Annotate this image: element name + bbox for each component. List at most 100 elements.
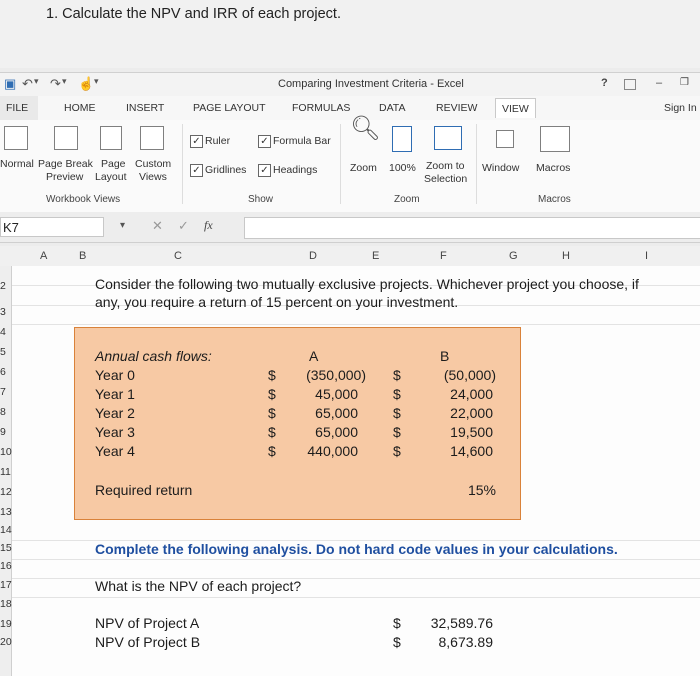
row-header[interactable]: 17	[0, 579, 12, 591]
year-label: Year 2	[95, 405, 135, 421]
window-button[interactable]: Window	[482, 162, 519, 175]
zoom-to-selection-icon[interactable]	[434, 126, 462, 150]
row-header[interactable]: 6	[0, 366, 6, 378]
row-header[interactable]: 19	[0, 618, 12, 630]
row-header[interactable]: 8	[0, 406, 6, 418]
cash-flow-b: 24,000	[450, 386, 493, 402]
zoom-selection-label-1[interactable]: Zoom to	[426, 160, 465, 173]
cancel-icon[interactable]: ✕	[152, 218, 163, 234]
column-header-e[interactable]: E	[372, 250, 379, 262]
redo-icon[interactable]: ↷	[50, 76, 61, 92]
npv-b-label: NPV of Project B	[95, 634, 201, 650]
column-header-a[interactable]: A	[40, 250, 47, 262]
formula-input[interactable]	[244, 217, 700, 239]
row-header[interactable]: 10	[0, 446, 12, 458]
zoom-100-icon[interactable]	[392, 126, 412, 152]
help-button[interactable]: ?	[601, 77, 608, 89]
window-title: Comparing Investment Criteria - Excel	[278, 78, 464, 90]
zoom-100-button[interactable]: 100%	[389, 162, 416, 175]
custom-views-label-1[interactable]: Custom	[135, 158, 171, 171]
cash-flow-a: 440,000	[307, 443, 358, 459]
formula-bar-label: Formula Bar	[273, 135, 331, 147]
name-box[interactable]: K7	[0, 217, 104, 237]
zoom-button[interactable]: Zoom	[350, 162, 377, 175]
ribbon-divider	[340, 124, 341, 204]
cash-flow-a: 65,000	[315, 424, 358, 440]
custom-views-label-2[interactable]: Views	[139, 171, 167, 184]
page-layout-label-2[interactable]: Layout	[95, 171, 127, 184]
title-bar: ▣ ↶ ▾ ↷ ▾ ☝ ▾ Comparing Investment Crite…	[0, 72, 700, 97]
required-return-value: 15%	[467, 482, 496, 498]
page-layout-icon[interactable]	[100, 126, 122, 150]
insert-function-button[interactable]: fx	[204, 218, 213, 233]
enter-icon[interactable]: ✓	[178, 218, 189, 234]
row-header[interactable]: 3	[0, 306, 6, 318]
row-header[interactable]: 11	[0, 466, 11, 478]
gridlines-label: Gridlines	[205, 164, 247, 176]
page-break-preview-label-1[interactable]: Page Break	[38, 158, 93, 171]
tab-home[interactable]: HOME	[64, 102, 96, 114]
column-header-c[interactable]: C	[174, 250, 182, 262]
project-b-header: B	[440, 348, 450, 364]
headings-checkbox[interactable]: ✓	[258, 164, 271, 177]
row-header[interactable]: 2	[0, 280, 6, 292]
row-header[interactable]: 15	[0, 542, 12, 554]
column-header-h[interactable]: H	[562, 250, 570, 262]
redo-dropdown-icon[interactable]: ▾	[62, 76, 67, 87]
ruler-checkbox[interactable]: ✓	[190, 135, 203, 148]
row-header[interactable]: 13	[0, 506, 12, 518]
tab-file[interactable]: FILE	[0, 96, 38, 120]
zoom-icon[interactable]: 🔍︎	[350, 117, 380, 141]
tab-review[interactable]: REVIEW	[436, 102, 477, 114]
tab-formulas[interactable]: FORMULAS	[292, 102, 350, 114]
gridlines-checkbox[interactable]: ✓	[190, 164, 203, 177]
currency-symbol: $	[393, 443, 401, 459]
restore-icon[interactable]: ❐	[680, 77, 689, 88]
year-label: Year 4	[95, 443, 135, 459]
row-header[interactable]: 9	[0, 426, 6, 438]
page-break-preview-label-2[interactable]: Preview	[46, 171, 83, 184]
save-icon[interactable]: ▣	[4, 76, 16, 92]
name-box-dropdown-icon[interactable]: ▾	[120, 220, 125, 231]
column-header-f[interactable]: F	[440, 250, 447, 262]
zoom-selection-label-2[interactable]: Selection	[424, 173, 467, 186]
normal-view-icon[interactable]	[4, 126, 28, 150]
npv-a-value[interactable]: 32,589.76	[410, 615, 493, 631]
column-header-b[interactable]: B	[79, 250, 86, 262]
row-header[interactable]: 18	[0, 598, 12, 610]
column-header-g[interactable]: G	[509, 250, 518, 262]
undo-icon[interactable]: ↶	[22, 76, 33, 92]
row-header[interactable]: 5	[0, 346, 6, 358]
page-layout-label-1[interactable]: Page	[101, 158, 126, 171]
macros-icon[interactable]	[540, 126, 570, 152]
ribbon-options-icon[interactable]	[624, 79, 636, 90]
tab-data[interactable]: DATA	[379, 102, 405, 114]
row-header[interactable]: 7	[0, 386, 6, 398]
touch-mode-icon[interactable]: ☝	[78, 76, 94, 92]
column-header-d[interactable]: D	[309, 250, 317, 262]
row-header[interactable]: 4	[0, 326, 6, 338]
row-header[interactable]: 16	[0, 560, 12, 572]
row-header[interactable]: 12	[0, 486, 12, 498]
row-headers: 2 3 4 5 6 7 8 9 10 11 12 13 14 15 16 17 …	[0, 266, 12, 676]
undo-dropdown-icon[interactable]: ▾	[34, 76, 39, 87]
window-icon[interactable]	[496, 130, 514, 148]
row-header[interactable]: 14	[0, 524, 12, 536]
sign-in-link[interactable]: Sign In	[664, 102, 697, 114]
normal-button[interactable]: Normal	[0, 158, 34, 171]
tab-view[interactable]: VIEW	[495, 98, 536, 118]
cash-flow-b: 19,500	[450, 424, 493, 440]
column-header-i[interactable]: I	[645, 250, 648, 262]
npv-b-value[interactable]: 8,673.89	[410, 634, 494, 650]
minimize-button[interactable]: –	[656, 77, 662, 89]
custom-views-icon[interactable]	[140, 126, 164, 150]
customize-qat-icon[interactable]: ▾	[94, 76, 99, 87]
tab-page-layout[interactable]: PAGE LAYOUT	[193, 102, 266, 114]
tab-insert[interactable]: INSERT	[126, 102, 164, 114]
page-break-preview-icon[interactable]	[54, 126, 78, 150]
ribbon-divider	[182, 124, 183, 204]
year-label: Year 3	[95, 424, 135, 440]
macros-button[interactable]: Macros	[536, 162, 570, 175]
row-header[interactable]: 20	[0, 636, 12, 648]
formula-bar-checkbox[interactable]: ✓	[258, 135, 271, 148]
